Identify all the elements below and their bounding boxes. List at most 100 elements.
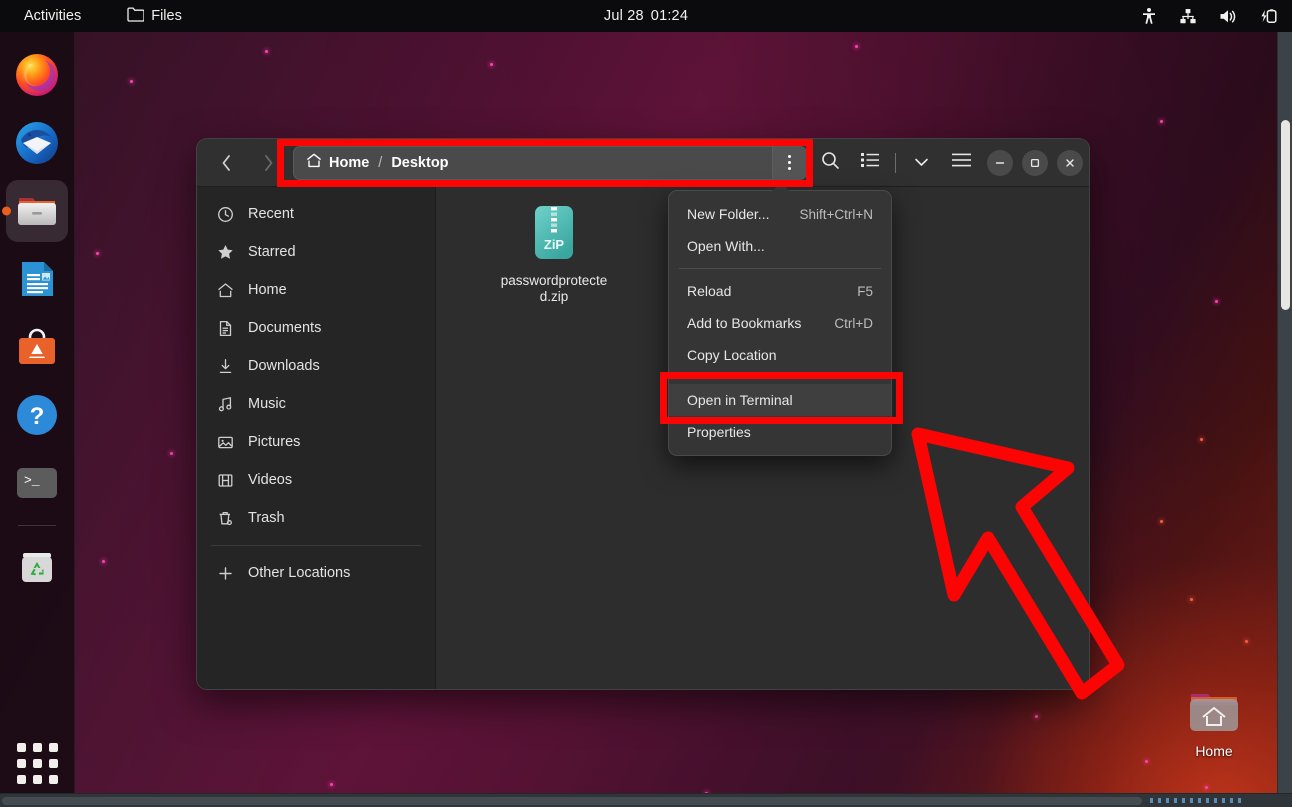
menu-item-add-to-bookmarks[interactable]: Add to Bookmarks Ctrl+D xyxy=(669,307,891,339)
battery-icon[interactable] xyxy=(1260,8,1278,25)
sidebar-item-home[interactable]: Home xyxy=(197,271,435,309)
sidebar-item-videos[interactable]: Videos xyxy=(197,461,435,499)
horizontal-scrollbar[interactable] xyxy=(0,793,1292,807)
sidebar-item-starred[interactable]: Starred xyxy=(197,233,435,271)
show-applications-button[interactable] xyxy=(6,735,68,791)
sidebar-item-label: Recent xyxy=(248,206,294,222)
sidebar: Recent Starred Home xyxy=(197,187,436,689)
maximize-button[interactable] xyxy=(1022,150,1048,176)
menu-item-accel: Ctrl+D xyxy=(834,316,873,331)
back-button[interactable] xyxy=(205,147,247,179)
libreoffice-writer-icon xyxy=(14,256,60,302)
chevron-down-icon xyxy=(914,154,929,172)
trash-icon xyxy=(217,510,234,527)
help-icon: ? xyxy=(14,392,60,438)
sidebar-item-label: Documents xyxy=(248,320,321,336)
menu-item-copy-location[interactable]: Copy Location xyxy=(669,339,891,371)
sidebar-item-label: Pictures xyxy=(248,434,300,450)
close-button[interactable] xyxy=(1057,150,1083,176)
sidebar-item-label: Music xyxy=(248,396,286,412)
dock-item-thunderbird[interactable] xyxy=(6,112,68,174)
minimize-button[interactable] xyxy=(987,150,1013,176)
view-options-button[interactable] xyxy=(904,146,938,180)
desktop-icon-home[interactable]: Home xyxy=(1182,686,1246,759)
clock[interactable]: Jul 28 01:24 xyxy=(604,8,688,24)
system-status-area[interactable] xyxy=(1141,8,1278,25)
dock-item-help[interactable]: ? xyxy=(6,384,68,446)
clock-time: 01:24 xyxy=(651,8,688,24)
desktop-icon-label: Home xyxy=(1195,743,1232,759)
music-icon xyxy=(217,396,234,413)
search-button[interactable] xyxy=(813,146,847,180)
menu-item-label: Copy Location xyxy=(687,347,777,363)
zip-badge-text: ZiP xyxy=(544,237,565,252)
list-view-button[interactable] xyxy=(853,146,887,180)
clock-date: Jul 28 xyxy=(604,8,644,24)
menu-item-accel: Shift+Ctrl+N xyxy=(799,207,873,222)
files-window: Home / Desktop xyxy=(196,138,1090,690)
dock-item-files[interactable] xyxy=(6,180,68,242)
sidebar-item-other-locations[interactable]: Other Locations xyxy=(197,554,435,592)
sidebar-item-music[interactable]: Music xyxy=(197,385,435,423)
hamburger-icon xyxy=(952,153,971,172)
vertical-scrollbar-thumb[interactable] xyxy=(1281,120,1290,310)
activities-button[interactable]: Activities xyxy=(16,5,89,27)
home-folder-icon xyxy=(1185,686,1243,740)
trash-icon xyxy=(14,543,60,589)
menu-item-label: Reload xyxy=(687,283,731,299)
terminal-icon: >_ xyxy=(14,460,60,506)
sidebar-item-label: Other Locations xyxy=(248,565,350,581)
grid-icon xyxy=(17,743,58,784)
view-controls xyxy=(853,146,978,180)
ubuntu-software-icon xyxy=(14,324,60,370)
sidebar-item-label: Starred xyxy=(248,244,296,260)
sidebar-item-trash[interactable]: Trash xyxy=(197,499,435,537)
dock-item-ubuntu-software[interactable] xyxy=(6,316,68,378)
files-icon xyxy=(14,188,60,234)
toolbar-divider xyxy=(895,153,896,173)
menu-item-open-with[interactable]: Open With... xyxy=(669,230,891,262)
clock-icon xyxy=(217,206,234,223)
sidebar-item-label: Trash xyxy=(248,510,285,526)
document-icon xyxy=(217,320,234,337)
volume-icon[interactable] xyxy=(1219,8,1238,25)
zip-archive-icon: ZiP xyxy=(528,203,580,265)
app-menu-label: Files xyxy=(151,8,182,24)
sidebar-item-label: Home xyxy=(248,282,287,298)
dock-item-terminal[interactable]: >_ xyxy=(6,452,68,514)
menu-item-reload[interactable]: Reload F5 xyxy=(669,275,891,307)
dock-item-trash[interactable] xyxy=(6,535,68,597)
top-bar: Activities Files Jul 28 01:24 xyxy=(0,0,1292,32)
main-menu-button[interactable] xyxy=(944,146,978,180)
menu-item-accel: F5 xyxy=(857,284,873,299)
plus-icon xyxy=(217,565,234,582)
open-in-terminal-highlight-box xyxy=(660,372,903,424)
path-bar-highlight-box xyxy=(277,139,813,187)
sidebar-divider xyxy=(211,545,421,546)
sidebar-item-documents[interactable]: Documents xyxy=(197,309,435,347)
svg-text:>_: >_ xyxy=(24,473,40,488)
window-body: Recent Starred Home xyxy=(197,187,1089,689)
sidebar-item-recent[interactable]: Recent xyxy=(197,195,435,233)
folder-icon xyxy=(127,7,144,26)
file-name-label: passwordprotected.zip xyxy=(500,273,608,306)
star-icon xyxy=(217,244,234,261)
picture-icon xyxy=(217,434,234,451)
list-view-icon xyxy=(861,152,879,173)
dock-item-libreoffice-writer[interactable] xyxy=(6,248,68,310)
network-icon[interactable] xyxy=(1179,8,1197,25)
dock: ? >_ xyxy=(0,32,75,807)
app-menu-button[interactable]: Files xyxy=(119,4,190,29)
horizontal-scrollbar-thumb[interactable] xyxy=(2,797,1142,805)
sidebar-item-downloads[interactable]: Downloads xyxy=(197,347,435,385)
file-item[interactable]: ZiP passwordprotected.zip xyxy=(500,203,608,306)
dock-item-firefox[interactable] xyxy=(6,44,68,106)
menu-item-label: Add to Bookmarks xyxy=(687,315,801,331)
sidebar-item-pictures[interactable]: Pictures xyxy=(197,423,435,461)
accessibility-icon[interactable] xyxy=(1141,8,1157,25)
home-icon xyxy=(217,282,234,299)
vertical-scrollbar[interactable] xyxy=(1277,32,1292,807)
menu-item-new-folder[interactable]: New Folder... Shift+Ctrl+N xyxy=(669,198,891,230)
firefox-icon xyxy=(14,52,60,98)
sidebar-item-label: Videos xyxy=(248,472,292,488)
